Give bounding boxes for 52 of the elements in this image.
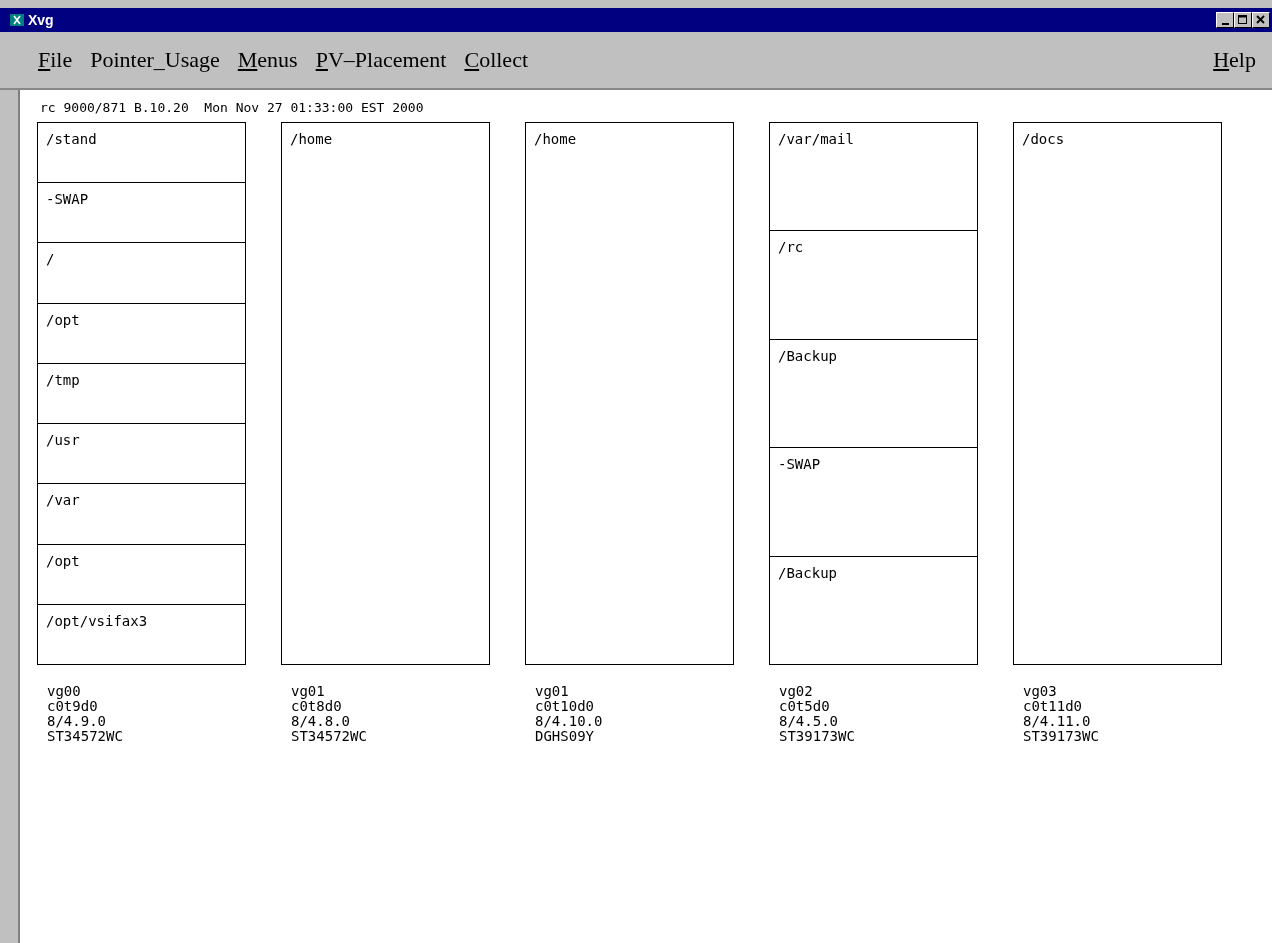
disk-info-text: 8/4.5.0 xyxy=(779,714,839,729)
minimize-button[interactable] xyxy=(1216,12,1234,28)
minimize-icon xyxy=(1221,22,1229,25)
volume-block[interactable]: /var xyxy=(38,484,245,545)
close-icon xyxy=(1256,15,1266,25)
volume-block[interactable]: /var/mail xyxy=(770,123,977,232)
disk-info-text: vg01 xyxy=(291,684,326,699)
disk-info-text: ST34572WC xyxy=(47,729,124,744)
volume-block[interactable]: /opt xyxy=(38,303,245,364)
disk-info-text: ST39173WC xyxy=(1023,729,1100,744)
app-icon xyxy=(10,14,24,26)
menu-item[interactable]: Menus xyxy=(237,47,298,73)
volume-block[interactable]: /home xyxy=(282,123,489,664)
volume-block[interactable]: /stand xyxy=(38,123,245,184)
volume-block[interactable]: /home xyxy=(526,123,733,664)
disk-info-text: 8/4.8.0 xyxy=(291,714,351,729)
disk-info-text: c0t9d0 xyxy=(47,699,99,714)
disk-info-text: vg02 xyxy=(779,684,814,699)
menu-item[interactable]: File xyxy=(38,47,73,73)
disk-info-text: vg03 xyxy=(1023,684,1058,699)
menu-item[interactable]: Help xyxy=(1213,47,1256,73)
system-info-text: rc 9000/871 B.10.20 Mon Nov 27 01:33:00 EST 2000 xyxy=(40,100,425,117)
disk-info-text: c0t5d0 xyxy=(779,699,831,714)
menu-item[interactable]: Pointer_Usage xyxy=(90,47,220,73)
close-button[interactable] xyxy=(1252,12,1270,28)
volume-block[interactable]: -SWAP xyxy=(770,448,977,557)
maximize-button[interactable] xyxy=(1234,12,1252,28)
disk-info-text: ST39173WC xyxy=(779,729,856,744)
disk-info-text: 8/4.11.0 xyxy=(1023,714,1092,729)
menu-item[interactable]: Collect xyxy=(464,47,528,73)
disk-info-text: c0t11d0 xyxy=(1023,699,1083,714)
disk-info-text: c0t10d0 xyxy=(535,699,595,714)
volume-block[interactable]: -SWAP xyxy=(38,183,245,244)
volume-block[interactable]: /Backup xyxy=(770,556,977,665)
window-title: Xvg xyxy=(28,12,54,28)
disk-info-text: vg00 xyxy=(47,684,82,699)
disk-info-text: 8/4.10.0 xyxy=(535,714,604,729)
disk-info-text: vg01 xyxy=(535,684,570,699)
disk-info-text: 8/4.9.0 xyxy=(47,714,107,729)
volume-block[interactable]: / xyxy=(38,243,245,304)
maximize-icon xyxy=(1238,15,1248,25)
disk-info-text: DGHS09Y xyxy=(535,729,595,744)
volume-block[interactable]: /docs xyxy=(1014,123,1221,664)
volume-block[interactable]: /opt/vsifax3 xyxy=(38,604,245,664)
menu-item[interactable]: PV–Placement xyxy=(315,47,447,73)
volume-block[interactable]: /Backup xyxy=(770,339,977,449)
disk-info-text: ST34572WC xyxy=(291,729,368,744)
volume-block[interactable]: /usr xyxy=(38,424,245,485)
disk-info-text: c0t8d0 xyxy=(291,699,343,714)
volume-block[interactable]: /rc xyxy=(770,231,977,340)
volume-block[interactable]: /opt xyxy=(38,544,245,605)
volume-block[interactable]: /tmp xyxy=(38,363,245,425)
